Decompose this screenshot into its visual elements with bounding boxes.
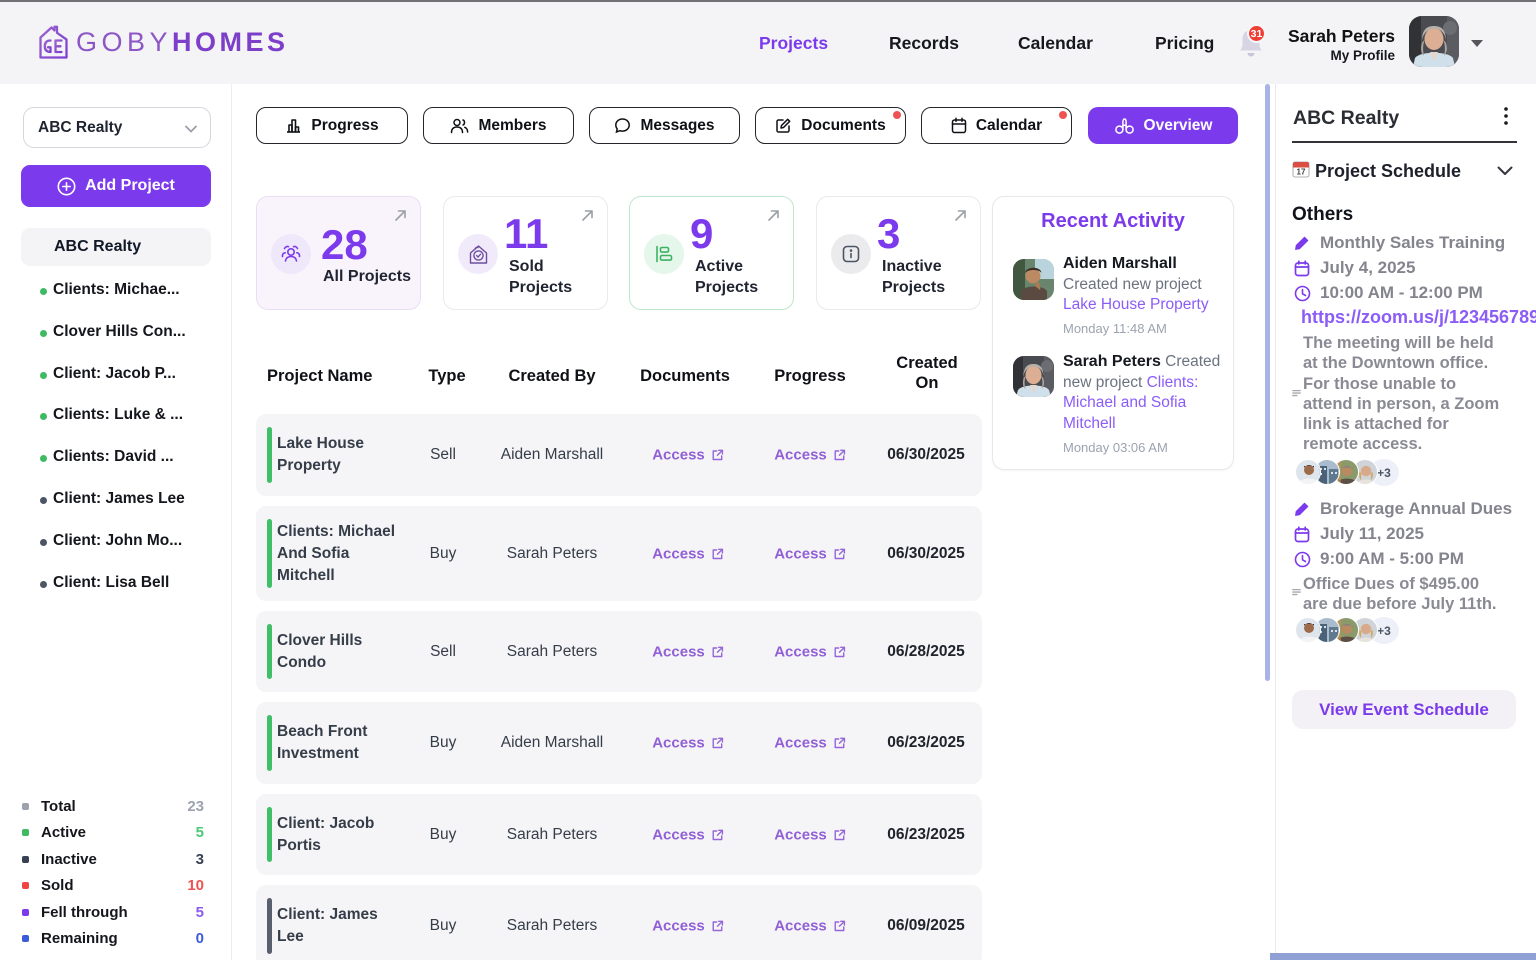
svg-text:17: 17 (1297, 168, 1306, 177)
